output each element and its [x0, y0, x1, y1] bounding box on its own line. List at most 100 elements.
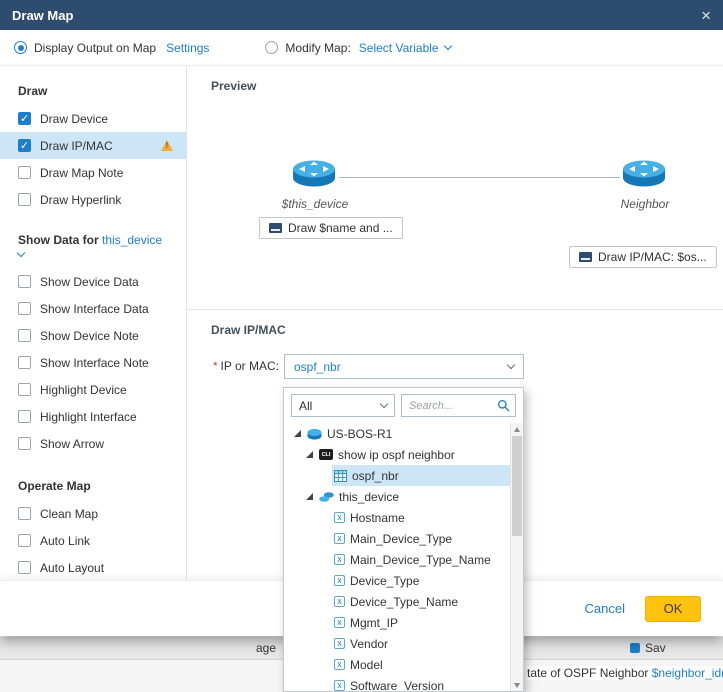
tree-label: Mgmt_IP	[350, 616, 398, 630]
tree-indent	[284, 570, 332, 591]
tree-indent	[284, 486, 304, 507]
combobox-value: ospf_nbr	[294, 360, 341, 374]
checkbox-label: Show Device Note	[40, 329, 139, 343]
checkbox-item-auto-link[interactable]: Auto Link	[0, 527, 186, 554]
expanded-arrow-icon[interactable]	[306, 493, 313, 500]
dropdown-scrollbar[interactable]	[510, 423, 523, 691]
expanded-arrow-icon[interactable]	[306, 451, 313, 458]
radio-unchecked-icon[interactable]	[265, 41, 278, 54]
tree-indent	[284, 591, 332, 612]
unchecked-checkbox-icon[interactable]	[18, 329, 31, 342]
scroll-up-icon[interactable]	[511, 423, 523, 435]
scroll-down-icon[interactable]	[511, 679, 523, 691]
variable-icon: x	[334, 659, 345, 670]
checkbox-label: Show Interface Note	[40, 356, 149, 370]
tree-item-device-type-name[interactable]: x Device_Type_Name	[284, 591, 510, 612]
variable-icon: x	[334, 554, 345, 565]
preview-header: Preview	[211, 79, 256, 93]
variable-tree: US-BOS-R1CLIshow ip ospf neighborospf_nb…	[284, 423, 510, 691]
scrollbar-thumb[interactable]	[512, 436, 522, 536]
tree-item-software-version[interactable]: xSoftware_Version	[284, 675, 510, 691]
tree-item-mgmt-ip[interactable]: xMgmt_IP	[284, 612, 510, 633]
ok-button[interactable]: OK	[645, 596, 701, 622]
draw-name-button[interactable]: Draw $name and ...	[259, 217, 403, 239]
background-partial-text: age	[256, 641, 276, 655]
tree-node: US-BOS-R1	[292, 423, 510, 444]
tree-item-us-bos-r1[interactable]: US-BOS-R1	[284, 423, 510, 444]
checkbox-item-show-arrow[interactable]: Show Arrow	[0, 430, 186, 457]
variable-icon: x	[334, 596, 345, 607]
show-data-prefix: Show Data for	[18, 233, 102, 247]
unchecked-checkbox-icon[interactable]	[18, 561, 31, 574]
checkbox-item-draw-device[interactable]: Draw Device	[0, 105, 186, 132]
checked-checkbox-icon[interactable]	[18, 112, 31, 125]
checkbox-item-draw-hyperlink[interactable]: Draw Hyperlink	[0, 186, 186, 213]
draw-action-icon	[579, 252, 592, 262]
expanded-arrow-icon[interactable]	[294, 430, 301, 437]
background-save-item[interactable]: Sav	[630, 641, 666, 655]
checked-checkbox-icon[interactable]	[18, 139, 31, 152]
draw-ipmac-button[interactable]: Draw IP/MAC: $os...	[569, 246, 717, 268]
status-variable: $neighbor_id(US	[652, 666, 723, 680]
radio-label: Display Output on Map	[34, 41, 156, 55]
settings-link[interactable]: Settings	[166, 41, 209, 55]
unchecked-checkbox-icon[interactable]	[18, 275, 31, 288]
show-data-header: Show Data for this_device	[0, 225, 186, 268]
this-device-router-icon[interactable]	[291, 156, 337, 193]
tree-item-ospf-nbr[interactable]: ospf_nbr	[284, 465, 510, 486]
close-icon[interactable]: ×	[701, 7, 711, 24]
checkbox-item-highlight-interface[interactable]: Highlight Interface	[0, 403, 186, 430]
radio-modify-map[interactable]: Modify Map:	[265, 41, 350, 55]
select-variable-label: Select Variable	[359, 41, 439, 55]
tree-indent	[284, 465, 332, 486]
tree-item-hostname[interactable]: xHostname	[284, 507, 510, 528]
tree-label: Main_Device_Type_Name	[350, 553, 491, 567]
unchecked-checkbox-icon[interactable]	[18, 410, 31, 423]
checkbox-item-auto-layout[interactable]: Auto Layout	[0, 554, 186, 581]
tree-label: show ip ospf neighbor	[338, 448, 455, 462]
checkbox-item-show-device-note[interactable]: Show Device Note	[0, 322, 186, 349]
operate-map-header: Operate Map	[0, 471, 186, 500]
tree-item-vendor[interactable]: xVendor	[284, 633, 510, 654]
checkbox-label: Highlight Device	[40, 383, 127, 397]
radio-checked-icon[interactable]	[14, 41, 27, 54]
draw-name-button-label: Draw $name and ...	[288, 221, 393, 235]
tree-label: Device_Type_Name	[350, 595, 458, 609]
unchecked-checkbox-icon[interactable]	[18, 507, 31, 520]
tree-indent	[284, 549, 332, 570]
checkbox-item-draw-map-note[interactable]: Draw Map Note	[0, 159, 186, 186]
tree-item-model[interactable]: xModel	[284, 654, 510, 675]
search-icon[interactable]	[497, 399, 510, 412]
checkbox-item-clean-map[interactable]: Clean Map	[0, 500, 186, 527]
cancel-button[interactable]: Cancel	[585, 601, 625, 616]
checkbox-item-show-device-data[interactable]: Show Device Data	[0, 268, 186, 295]
unchecked-checkbox-icon[interactable]	[18, 383, 31, 396]
unchecked-checkbox-icon[interactable]	[18, 437, 31, 450]
device-icon	[307, 428, 322, 440]
checkbox-item-draw-ip-mac[interactable]: Draw IP/MAC	[0, 132, 186, 159]
unchecked-checkbox-icon[interactable]	[18, 302, 31, 315]
select-variable-dropdown[interactable]: Select Variable	[359, 41, 451, 55]
unchecked-checkbox-icon[interactable]	[18, 166, 31, 179]
chevron-down-icon	[17, 249, 25, 257]
unchecked-checkbox-icon[interactable]	[18, 193, 31, 206]
radio-display-output-on-map[interactable]: Display Output on Map	[14, 41, 156, 55]
tree-item-main-device-type[interactable]: xMain_Device_Type	[284, 528, 510, 549]
tree-item-device-type[interactable]: xDevice_Type	[284, 570, 510, 591]
unchecked-checkbox-icon[interactable]	[18, 356, 31, 369]
variable-icon: x	[334, 680, 345, 691]
checkbox-item-show-interface-data[interactable]: Show Interface Data	[0, 295, 186, 322]
neighbor-router-icon[interactable]	[621, 156, 667, 193]
status-text: tate of OSPF Neighbor	[527, 666, 652, 680]
checkbox-item-show-interface-note[interactable]: Show Interface Note	[0, 349, 186, 376]
tree-indent	[284, 528, 332, 549]
tree-item-show-ip-ospf-neighbor[interactable]: CLIshow ip ospf neighbor	[284, 444, 510, 465]
unchecked-checkbox-icon[interactable]	[18, 534, 31, 547]
ip-or-mac-combobox[interactable]: ospf_nbr	[284, 354, 524, 379]
filter-type-select[interactable]: All	[291, 394, 395, 417]
tree-item-main-device-type-name[interactable]: x Main_Device_Type_Name	[284, 549, 510, 570]
checkbox-item-highlight-device[interactable]: Highlight Device	[0, 376, 186, 403]
tree-node: this_device	[304, 486, 510, 507]
search-input[interactable]	[407, 399, 497, 413]
tree-item-this-device[interactable]: this_device	[284, 486, 510, 507]
